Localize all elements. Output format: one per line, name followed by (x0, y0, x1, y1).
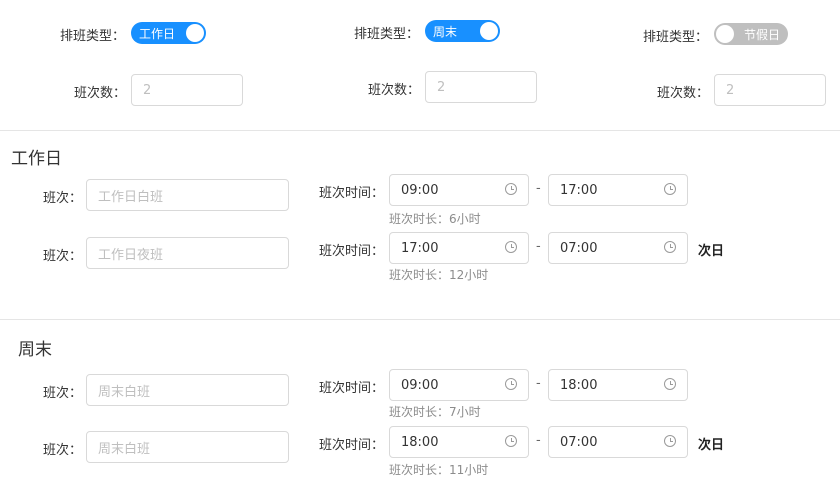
shift-name-input[interactable]: 工作日夜班 (86, 237, 289, 269)
clock-icon (664, 241, 676, 253)
shift-end-time-picker[interactable]: 18:00 (548, 369, 688, 401)
range-separator: - (536, 433, 541, 448)
shift-duration: 班次时长：6小时 (389, 212, 481, 226)
shift-duration: 班次时长：11小时 (389, 463, 489, 477)
weekend-switch-text: 周末 (433, 24, 458, 39)
shift-count-label-weekend: 班次数： (368, 83, 421, 98)
shift-name-placeholder: 周末白班 (98, 384, 151, 400)
switch-knob (186, 24, 204, 42)
clock-icon (505, 378, 517, 390)
start-time-value: 09:00 (401, 182, 439, 198)
shift-name-placeholder: 工作日夜班 (98, 247, 164, 263)
shift-label: 班次： (43, 249, 83, 264)
next-day-label: 次日 (698, 244, 725, 259)
shift-count-input-weekend[interactable]: 2 (425, 71, 537, 103)
shift-count-label-workday: 班次数： (74, 86, 127, 101)
switch-knob (716, 25, 734, 43)
shift-time-label: 班次时间： (319, 186, 385, 201)
shift-count-placeholder: 2 (143, 82, 152, 98)
shift-time-label: 班次时间： (319, 244, 385, 259)
shift-count-input-holiday[interactable]: 2 (714, 74, 826, 106)
shift-duration: 班次时长：12小时 (389, 268, 489, 282)
shift-time-label: 班次时间： (319, 381, 385, 396)
shift-start-time-picker[interactable]: 09:00 (389, 174, 529, 206)
clock-icon (505, 183, 517, 195)
shift-count-placeholder: 2 (726, 82, 735, 98)
clock-icon (664, 183, 676, 195)
shift-name-input[interactable]: 周末白班 (86, 431, 289, 463)
shift-start-time-picker[interactable]: 18:00 (389, 426, 529, 458)
shift-count-placeholder: 2 (437, 79, 446, 95)
section-title-workday: 工作日 (11, 149, 62, 169)
clock-icon (505, 241, 517, 253)
shift-name-input[interactable]: 周末白班 (86, 374, 289, 406)
start-time-value: 09:00 (401, 377, 439, 393)
shift-name-input[interactable]: 工作日白班 (86, 179, 289, 211)
shift-end-time-picker[interactable]: 07:00 (548, 232, 688, 264)
end-time-value: 07:00 (560, 240, 598, 256)
shift-count-label-holiday: 班次数： (657, 86, 710, 101)
next-day-label: 次日 (698, 438, 725, 453)
shift-label: 班次： (43, 191, 83, 206)
end-time-value: 17:00 (560, 182, 598, 198)
divider (0, 130, 840, 131)
holiday-switch-text: 节假日 (743, 27, 780, 42)
shift-end-time-picker[interactable]: 17:00 (548, 174, 688, 206)
clock-icon (664, 378, 676, 390)
section-title-weekend: 周末 (18, 340, 52, 360)
schedule-type-label-weekend: 排班类型： (354, 27, 420, 42)
shift-name-placeholder: 工作日白班 (98, 189, 164, 205)
shift-count-input-workday[interactable]: 2 (131, 74, 243, 106)
shift-name-placeholder: 周末白班 (98, 441, 151, 457)
shift-start-time-picker[interactable]: 09:00 (389, 369, 529, 401)
schedule-type-label-workday: 排班类型： (60, 29, 126, 44)
end-time-value: 07:00 (560, 434, 598, 450)
start-time-value: 17:00 (401, 240, 439, 256)
workday-type-switch[interactable]: 工作日 (131, 22, 206, 44)
start-time-value: 18:00 (401, 434, 439, 450)
clock-icon (505, 435, 517, 447)
shift-start-time-picker[interactable]: 17:00 (389, 232, 529, 264)
switch-knob (480, 22, 498, 40)
shift-duration: 班次时长：7小时 (389, 405, 481, 419)
workday-switch-text: 工作日 (139, 26, 176, 41)
divider (0, 319, 840, 320)
end-time-value: 18:00 (560, 377, 598, 393)
shift-time-label: 班次时间： (319, 438, 385, 453)
schedule-type-label-holiday: 排班类型： (643, 30, 709, 45)
shift-end-time-picker[interactable]: 07:00 (548, 426, 688, 458)
range-separator: - (536, 239, 541, 254)
shift-label: 班次： (43, 386, 83, 401)
weekend-type-switch[interactable]: 周末 (425, 20, 500, 42)
range-separator: - (536, 181, 541, 196)
clock-icon (664, 435, 676, 447)
holiday-type-switch[interactable]: 节假日 (714, 23, 788, 45)
range-separator: - (536, 376, 541, 391)
shift-label: 班次： (43, 443, 83, 458)
